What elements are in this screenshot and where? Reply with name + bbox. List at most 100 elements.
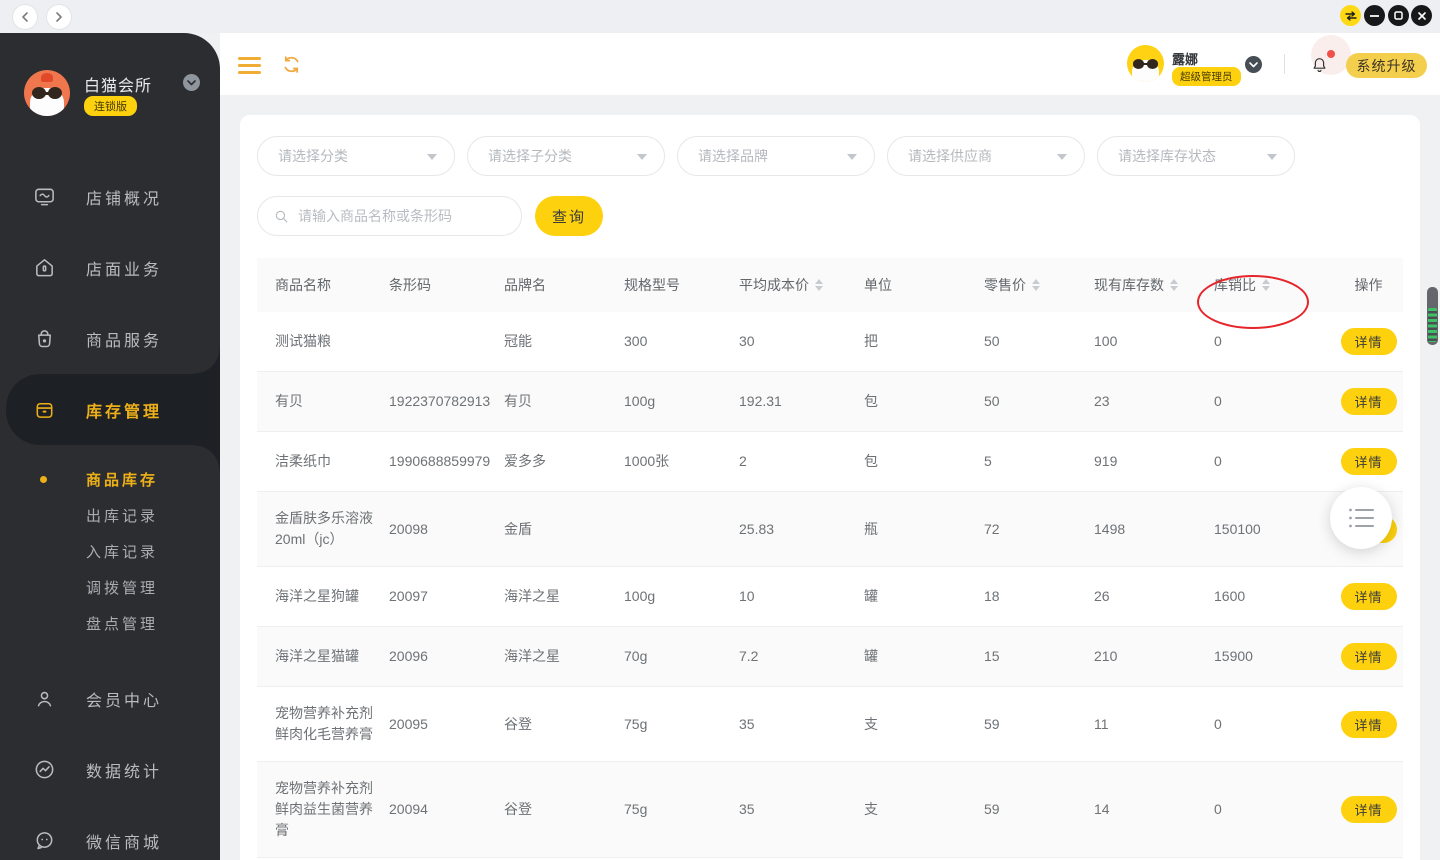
home-icon bbox=[33, 256, 56, 279]
cell-current-stock: 26 bbox=[1094, 588, 1110, 604]
user-chevron-down-icon[interactable] bbox=[1245, 56, 1262, 73]
notification-bell-icon[interactable] bbox=[1310, 55, 1329, 75]
store-avatar bbox=[24, 70, 70, 116]
subcategory-select[interactable]: 请选择子分类 bbox=[467, 136, 665, 176]
table-body: 测试猫粮 冠能 300 30 把 50 100 0 详情 有贝 19223707… bbox=[257, 312, 1403, 858]
stock-status-select[interactable]: 请选择库存状态 bbox=[1097, 136, 1295, 176]
submenu-item-product-inventory[interactable]: 商品库存 bbox=[0, 461, 220, 497]
search-row: 查询 bbox=[257, 196, 1403, 236]
cell-retail-price: 5 bbox=[984, 453, 992, 469]
window-maximize-button[interactable] bbox=[1388, 5, 1409, 26]
sidebar-item-shop-overview[interactable]: 店铺概况 bbox=[0, 161, 220, 232]
table-header-row: 商品名称 条形码 品牌名 规格型号 平均成本价 单位 零售价 现有库存数 库销比… bbox=[257, 258, 1403, 329]
sidebar-item-member-center[interactable]: 会员中心 bbox=[0, 663, 220, 734]
column-header-stock-sales-ratio[interactable]: 库销比 bbox=[1197, 275, 1334, 329]
cell-stock-sales-ratio: 0 bbox=[1214, 393, 1222, 409]
cell-product-name: 洁柔纸巾 bbox=[275, 453, 331, 469]
cell-brand: 谷登 bbox=[504, 801, 532, 817]
cell-spec: 1000张 bbox=[624, 453, 670, 469]
brand-select[interactable]: 请选择品牌 bbox=[677, 136, 875, 176]
search-icon bbox=[273, 208, 290, 225]
table-row: 金盾肤多乐溶液20ml（jc） 20098 金盾 25.83 瓶 72 1498… bbox=[257, 492, 1403, 567]
collapse-sidebar-button[interactable] bbox=[238, 57, 261, 74]
submenu-item-outbound-records[interactable]: 出库记录 bbox=[0, 497, 220, 533]
sort-icon[interactable] bbox=[1262, 279, 1270, 291]
refresh-icon[interactable] bbox=[281, 54, 302, 75]
cell-unit: 罐 bbox=[864, 648, 878, 664]
cell-avg-cost: 35 bbox=[739, 801, 755, 817]
cell-brand: 冠能 bbox=[504, 333, 532, 349]
cell-spec: 75g bbox=[624, 801, 648, 817]
active-bullet-icon bbox=[40, 475, 47, 483]
submenu-item-stocktaking-management[interactable]: 盘点管理 bbox=[0, 605, 220, 641]
sort-icon[interactable] bbox=[1032, 279, 1040, 291]
column-header-unit: 单位 bbox=[864, 277, 892, 293]
sidebar-item-store-business[interactable]: 店面业务 bbox=[0, 232, 220, 303]
cell-stock-sales-ratio: 15900 bbox=[1214, 648, 1253, 664]
cell-unit: 罐 bbox=[864, 588, 878, 604]
browser-back-button[interactable] bbox=[12, 4, 38, 30]
cell-barcode: 20095 bbox=[389, 715, 428, 732]
detail-button[interactable]: 详情 bbox=[1340, 448, 1397, 475]
sidebar-menu: 店铺概况 店面业务 商品服务 库存管理 商品库存 出库记录 入库记录 调拨管理 … bbox=[0, 161, 220, 860]
cell-brand: 有贝 bbox=[504, 393, 532, 409]
browser-forward-button[interactable] bbox=[46, 4, 72, 30]
user-name: 露娜 bbox=[1172, 52, 1199, 67]
submenu-item-inbound-records[interactable]: 入库记录 bbox=[0, 533, 220, 569]
store-name: 白猫会所 bbox=[84, 78, 153, 95]
sort-icon[interactable] bbox=[815, 279, 823, 291]
cell-unit: 支 bbox=[864, 715, 878, 732]
detail-button[interactable]: 详情 bbox=[1340, 388, 1397, 415]
sort-icon[interactable] bbox=[1170, 279, 1178, 291]
search-input[interactable] bbox=[298, 197, 513, 235]
cell-barcode: 20097 bbox=[389, 588, 428, 604]
sidebar-item-wechat-mall[interactable]: 微信商城 bbox=[0, 805, 220, 860]
cell-avg-cost: 10 bbox=[739, 588, 755, 604]
cell-spec bbox=[624, 513, 739, 545]
detail-button[interactable]: 详情 bbox=[1340, 643, 1397, 670]
column-header-retail-price[interactable]: 零售价 bbox=[984, 275, 1094, 295]
sidebar-item-inventory-management[interactable]: 库存管理 bbox=[6, 348, 220, 471]
system-upgrade-button[interactable]: 系统升级 bbox=[1346, 53, 1427, 78]
user-avatar[interactable] bbox=[1127, 45, 1164, 82]
column-header-brand: 品牌名 bbox=[504, 277, 546, 293]
detail-button[interactable]: 详情 bbox=[1340, 796, 1397, 823]
window-minimize-button[interactable] bbox=[1364, 5, 1385, 26]
submenu-item-transfer-management[interactable]: 调拨管理 bbox=[0, 569, 220, 605]
detail-button[interactable]: 详情 bbox=[1340, 583, 1397, 610]
store-account-section[interactable]: 白猫会所 连锁版 bbox=[24, 70, 204, 126]
category-select[interactable]: 请选择分类 bbox=[257, 136, 455, 176]
cell-retail-price: 15 bbox=[984, 648, 1000, 664]
column-header-spec: 规格型号 bbox=[624, 277, 680, 293]
table-row: 测试猫粮 冠能 300 30 把 50 100 0 详情 bbox=[257, 312, 1403, 372]
box-icon bbox=[33, 398, 56, 421]
supplier-select[interactable]: 请选择供应商 bbox=[887, 136, 1085, 176]
column-header-product-name: 商品名称 bbox=[275, 277, 331, 293]
scrollbar-thumb[interactable] bbox=[1427, 287, 1438, 345]
store-chevron-down-icon[interactable] bbox=[183, 74, 200, 91]
cell-current-stock: 11 bbox=[1094, 715, 1109, 732]
header-divider bbox=[1284, 54, 1285, 74]
cell-retail-price: 59 bbox=[984, 715, 1000, 732]
column-header-current-stock[interactable]: 现有库存数 bbox=[1094, 275, 1214, 295]
cell-barcode: 20098 bbox=[389, 520, 428, 537]
sidebar-item-data-statistics[interactable]: 数据统计 bbox=[0, 734, 220, 805]
cell-product-name: 金盾肤多乐溶液20ml（jc） bbox=[275, 510, 373, 547]
window-close-button[interactable] bbox=[1411, 5, 1432, 26]
cell-stock-sales-ratio: 150100 bbox=[1214, 520, 1261, 537]
detail-button[interactable]: 详情 bbox=[1340, 710, 1397, 738]
column-header-avg-cost[interactable]: 平均成本价 bbox=[739, 275, 864, 295]
cell-barcode: 1990688859979 bbox=[389, 453, 491, 469]
window-switch-button[interactable] bbox=[1340, 5, 1361, 26]
detail-button[interactable]: 详情 bbox=[1340, 328, 1397, 355]
cell-stock-sales-ratio: 0 bbox=[1214, 333, 1222, 349]
cell-stock-sales-ratio: 0 bbox=[1214, 453, 1222, 469]
floating-list-button[interactable] bbox=[1330, 487, 1392, 549]
query-button[interactable]: 查询 bbox=[535, 196, 603, 236]
cell-retail-price: 18 bbox=[984, 588, 1000, 604]
cell-brand: 谷登 bbox=[504, 715, 532, 732]
cell-stock-sales-ratio: 1600 bbox=[1214, 588, 1246, 604]
cell-spec: 100g bbox=[624, 588, 656, 604]
cell-product-name: 测试猫粮 bbox=[275, 333, 331, 349]
sidebar-item-product-service[interactable]: 商品服务 bbox=[0, 303, 220, 374]
